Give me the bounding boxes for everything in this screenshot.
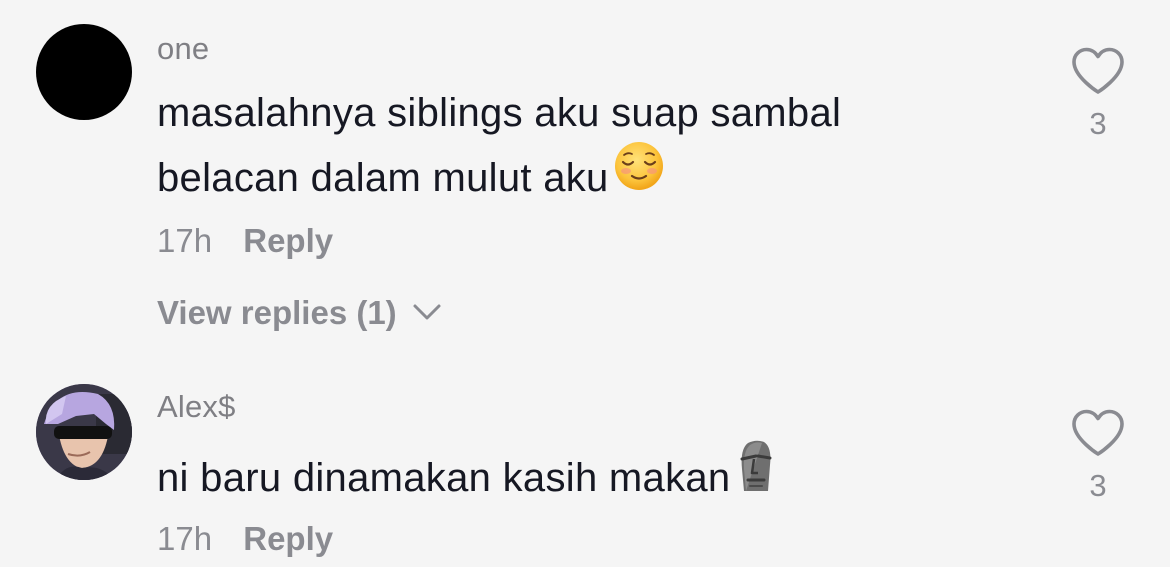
comment-meta: 17h Reply [157,222,333,260]
avatar[interactable] [36,24,132,120]
relieved-face-emoji [613,140,665,211]
chevron-down-icon [413,304,441,320]
like-button[interactable]: 3 [1068,408,1128,504]
heart-icon [1072,409,1124,456]
like-count: 3 [1089,468,1107,503]
reply-button[interactable]: Reply [243,520,333,557]
heart-icon [1072,47,1124,94]
moai-emoji [734,439,776,512]
like-button[interactable]: 3 [1068,46,1128,142]
view-replies-label: View replies (1) [157,294,397,331]
comment-timestamp: 17h [157,222,213,259]
view-replies-button[interactable]: View replies (1) [157,294,442,332]
comment-username[interactable]: one [157,31,209,67]
avatar[interactable] [36,384,132,480]
comment-timestamp: 17h [157,520,213,557]
comment-text: masalahnya siblings aku suap sambal bela… [157,82,917,216]
comment-item: one masalahnya siblings aku suap sambal … [0,0,1170,360]
reply-button[interactable]: Reply [243,222,333,259]
comment-text-body: masalahnya siblings aku suap sambal bela… [157,91,842,201]
comment-meta: 17h Reply [157,520,333,558]
like-count: 3 [1089,106,1107,141]
comment-text-body: ni baru dinamakan kasih makan [157,456,731,501]
comment-item: Alex$ ni baru dinamakan kasih makan 17h … [0,360,1170,567]
comment-username[interactable]: Alex$ [157,389,236,425]
comment-text: ni baru dinamakan kasih makan [157,440,917,517]
